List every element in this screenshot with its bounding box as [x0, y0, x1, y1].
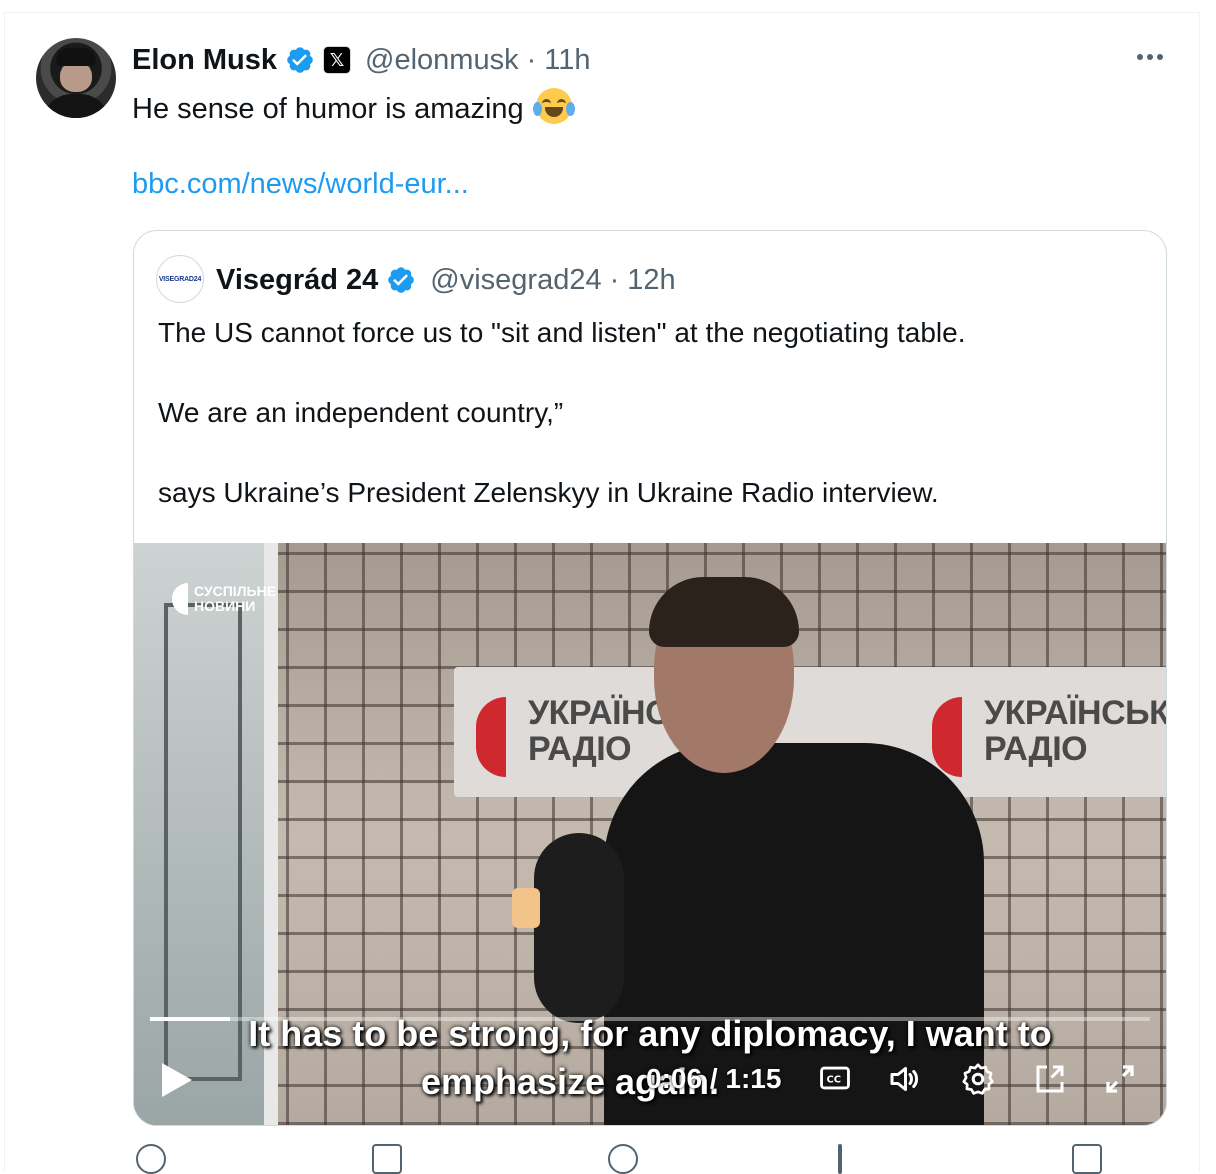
views-icon[interactable]: [838, 1144, 842, 1174]
progress-bar[interactable]: [150, 1017, 1150, 1021]
watermark-logo: СУСПІЛЬНЕ НОВИНИ: [172, 583, 276, 615]
video-controls: 0:06 / 1:15 CC: [134, 1051, 1166, 1111]
quoted-text-line: We are an independent country,”: [158, 397, 564, 428]
pip-icon[interactable]: [1032, 1061, 1072, 1101]
face-with-tears-of-joy-emoji: [532, 88, 575, 124]
quoted-header: Visegrád 24 @visegrad24 · 12h: [216, 261, 676, 299]
author-name[interactable]: Elon Musk: [132, 44, 277, 77]
like-icon[interactable]: [608, 1144, 638, 1174]
quoted-author-name[interactable]: Visegrád 24: [216, 264, 378, 297]
watermark-text: СУСПІЛЬНЕ: [194, 583, 277, 599]
video-player[interactable]: УКРАЇНСЬК РАДІО УКРАЇНСЬКЕ РАДІО СУСПІЛЬ…: [134, 543, 1166, 1125]
quoted-text-line: says Ukraine’s President Zelenskyy in Uk…: [158, 477, 939, 508]
fullscreen-icon[interactable]: [1102, 1061, 1142, 1101]
sign-text: УКРАЇНСЬКЕ: [984, 694, 1166, 732]
x-logo-icon[interactable]: 𝕏: [323, 46, 352, 74]
more-options-icon[interactable]: [1130, 42, 1170, 72]
quoted-author-handle[interactable]: @visegrad24: [430, 264, 601, 297]
progress-fill: [150, 1017, 230, 1021]
tweet-header: Elon Musk 𝕏 @elonmusk · 11h: [132, 40, 590, 80]
watermark-text: НОВИНИ: [194, 598, 256, 614]
svg-text:CC: CC: [827, 1074, 842, 1085]
sign-text: РАДІО: [984, 730, 1088, 768]
volume-icon[interactable]: [886, 1061, 926, 1101]
quoted-avatar[interactable]: VISEGRAD24: [156, 255, 204, 303]
time-display: 0:06 / 1:15: [646, 1063, 782, 1094]
tweet-actions: [132, 1144, 1132, 1174]
verified-badge-icon[interactable]: [285, 45, 315, 75]
time-separator: ·: [526, 43, 537, 76]
captions-icon[interactable]: CC: [818, 1061, 858, 1101]
verified-badge-icon[interactable]: [386, 265, 416, 295]
time-separator: ·: [609, 263, 620, 296]
retweet-icon[interactable]: [372, 1144, 402, 1174]
tweet-timestamp[interactable]: 11h: [544, 44, 590, 77]
quoted-text-line: The US cannot force us to "sit and liste…: [158, 317, 966, 348]
quoted-timestamp[interactable]: 12h: [627, 264, 675, 297]
article-link[interactable]: bbc.com/news/world-eur...: [132, 168, 469, 201]
reply-icon[interactable]: [136, 1144, 166, 1174]
tweet-text: He sense of humor is amazing: [132, 88, 575, 128]
tweet-text-content: He sense of humor is amazing: [132, 93, 524, 125]
author-avatar[interactable]: [36, 38, 116, 118]
quoted-tweet[interactable]: VISEGRAD24 Visegrád 24 @visegrad24 · 12h…: [133, 230, 1167, 1126]
author-handle[interactable]: @elonmusk: [365, 44, 519, 77]
bookmark-icon[interactable]: [1072, 1144, 1102, 1174]
quoted-avatar-text: VISEGRAD24: [158, 275, 202, 283]
settings-icon[interactable]: [960, 1061, 1000, 1101]
play-icon[interactable]: [162, 1063, 192, 1097]
